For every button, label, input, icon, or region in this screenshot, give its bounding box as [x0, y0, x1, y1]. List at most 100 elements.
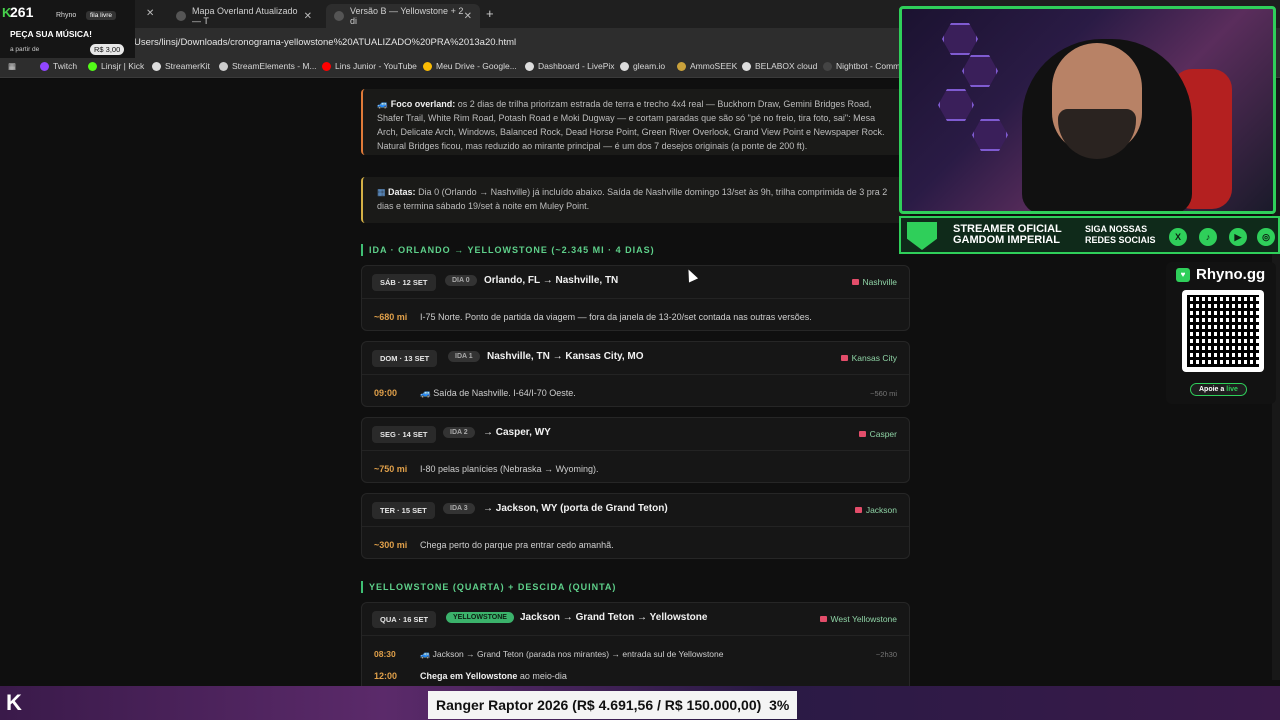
donation-goal: Ranger Raptor 2026 (R$ 4.691,56 / R$ 150… [428, 691, 798, 719]
bookmark-ammoseek[interactable]: AmmoSEEK [677, 61, 737, 71]
gamdom-logo-icon [907, 222, 937, 250]
banner-social: SIGA NOSSAS REDES SOCIAIS [1085, 224, 1156, 245]
day-card: SEG · 14 SET IDA 2 → Casper, WY Casper ~… [361, 417, 910, 483]
day-card: TER · 15 SET IDA 3 → Jackson, WY (porta … [361, 493, 910, 559]
card-header: SEG · 14 SET IDA 2 → Casper, WY Casper [362, 418, 909, 451]
calendar-icon: ▦ [377, 187, 386, 197]
youtube-icon: ▶ [1229, 228, 1247, 246]
date-badge: SÁB · 12 SET [372, 274, 436, 291]
date-badge: TER · 15 SET [372, 502, 435, 519]
twitch-icon [40, 61, 49, 71]
banner-title: STREAMER OFICIAL GAMDOM IMPERIAL [953, 223, 1062, 246]
bookmark-kick[interactable]: Linsjr | Kick [88, 61, 144, 71]
day-card: DOM · 13 SET IDA 1 Nashville, TN → Kansa… [361, 341, 910, 407]
overnight-destination: Nashville [851, 277, 897, 287]
route-title: → Casper, WY [483, 427, 551, 438]
bookmark-twitch[interactable]: Twitch [40, 61, 77, 71]
heart-icon: ♥ [1176, 268, 1190, 282]
overnight-destination: West Yellowstone [819, 614, 897, 624]
bed-icon [840, 355, 848, 361]
bookmark-livepix[interactable]: Dashboard - LivePix [525, 61, 615, 71]
ammoseek-icon [677, 61, 686, 71]
close-icon[interactable]: ✕ [146, 8, 154, 19]
apps-grid-icon[interactable]: ▦ [8, 61, 16, 72]
livepix-icon [525, 61, 534, 71]
overnight-destination: Jackson [854, 505, 897, 515]
apoie-badge: Apoie a live [1190, 383, 1247, 396]
overnight-destination: Kansas City [840, 353, 897, 363]
channel-name: Rhyno [56, 12, 77, 19]
tiktok-icon: ♪ [1199, 228, 1217, 246]
streamerkit-icon [152, 61, 161, 71]
foco-label: Foco overland: [390, 99, 456, 109]
route-title: Nashville, TN → Kansas City, MO [487, 351, 644, 362]
instagram-icon: ◎ [1257, 228, 1275, 246]
bookmark-nightbot[interactable]: Nightbot - Comm [823, 61, 900, 71]
tab-versao-b[interactable]: Versão B — Yellowstone + 2 di ✕ [326, 4, 480, 28]
bookmark-youtube[interactable]: Lins Junior - YouTube [322, 61, 417, 71]
schedule-row: 09:00 🚙 Saída de Nashville. I-64/I-70 Oest… [374, 388, 897, 398]
bed-icon [854, 507, 862, 513]
kick-icon [88, 61, 97, 71]
x-icon: X [1169, 228, 1187, 246]
day-pill: IDA 3 [443, 503, 475, 514]
card-header: SÁB · 12 SET DIA 0 Orlando, FL → Nashvil… [362, 266, 909, 299]
bookmark-drive[interactable]: Meu Drive - Google... [423, 61, 517, 71]
gleam-icon [620, 61, 629, 71]
datas-callout: ▦ Datas: Dia 0 (Orlando → Nashville) já … [361, 177, 910, 223]
schedule-row: 12:00 Chega em Yellowstone ao meio-dia [374, 671, 567, 681]
hexagon-light [942, 23, 978, 55]
streamelements-icon [219, 61, 228, 71]
section-title-ida: IDA · ORLANDO → YELLOWSTONE (~2.345 MI ·… [361, 244, 655, 256]
car-icon: 🚙 [377, 99, 389, 109]
bookmark-belabox[interactable]: BELABOX cloud [742, 61, 817, 71]
overnight-destination: Casper [858, 429, 897, 439]
new-tab-icon[interactable]: + [486, 6, 494, 21]
url-field[interactable]: Users/linsj/Downloads/cronograma-yellows… [134, 37, 516, 48]
song-request-title: PEÇA SUA MÚSICA! [10, 29, 93, 39]
day-card: SÁB · 12 SET DIA 0 Orlando, FL → Nashvil… [361, 265, 910, 331]
date-badge: DOM · 13 SET [372, 350, 438, 367]
schedule-row: ~300 mi Chega perto do parque pra entrar … [374, 540, 614, 550]
date-badge: QUA · 16 SET [372, 611, 437, 628]
viewer-count: 261 [10, 4, 34, 20]
card-header: DOM · 13 SET IDA 1 Nashville, TN → Kansa… [362, 342, 909, 375]
song-request-overlay: K 261 Rhyno fila livre PEÇA SUA MÚSICA! … [0, 0, 135, 58]
close-icon[interactable]: ✕ [304, 11, 312, 22]
route-title: Orlando, FL → Nashville, TN [484, 275, 619, 286]
car-icon: 🚙 [420, 388, 432, 398]
hexagon-light [962, 55, 998, 87]
bookmark-gleam[interactable]: gleam.io [620, 61, 665, 71]
schedule-row: ~680 mi I-75 Norte. Ponto de partida da v… [374, 312, 812, 322]
date-badge: SEG · 14 SET [372, 426, 436, 443]
bed-icon [819, 616, 827, 622]
day-pill: DIA 0 [445, 275, 477, 286]
youtube-icon [322, 61, 331, 71]
webcam-feed [899, 6, 1276, 214]
tab-favicon-icon [334, 11, 344, 21]
hexagon-light [972, 119, 1008, 151]
bookmark-streamerkit[interactable]: StreamerKit [152, 61, 210, 71]
belabox-icon [742, 61, 751, 71]
drive-icon [423, 61, 432, 71]
bookmark-streamelements[interactable]: StreamElements - M... [219, 61, 317, 71]
schedule-row: ~750 mi I-80 pelas planícies (Nebraska → … [374, 464, 599, 474]
car-icon: 🚙 [420, 649, 431, 659]
price-badge: R$ 3,00 [90, 44, 125, 55]
route-title: → Jackson, WY (porta de Grand Teton) [483, 503, 668, 514]
yellowstone-pill: YELLOWSTONE [446, 612, 514, 623]
card-header: QUA · 16 SET YELLOWSTONE Jackson → Grand… [362, 603, 909, 636]
day-pill: IDA 2 [443, 427, 475, 438]
tab-mapa[interactable]: Mapa Overland Atualizado — T ✕ [168, 4, 320, 28]
foco-callout: 🚙 Foco overland: os 2 dias de trilha pri… [361, 89, 910, 155]
card-header: TER · 15 SET IDA 3 → Jackson, WY (porta … [362, 494, 909, 527]
hexagon-light [938, 89, 974, 121]
route-title: Jackson → Grand Teton → Yellowstone [520, 612, 708, 623]
from-label: a partir de [10, 46, 40, 53]
section-title-yellowstone: YELLOWSTONE (QUARTA) + DESCIDA (QUINTA) [361, 581, 616, 593]
datas-text: Dia 0 (Orlando → Nashville) já incluído … [377, 187, 888, 211]
close-icon[interactable]: ✕ [464, 11, 472, 22]
day-pill: IDA 1 [448, 351, 480, 362]
rhyno-title: Rhyno.gg [1196, 266, 1266, 283]
tab-favicon-icon [176, 11, 186, 21]
